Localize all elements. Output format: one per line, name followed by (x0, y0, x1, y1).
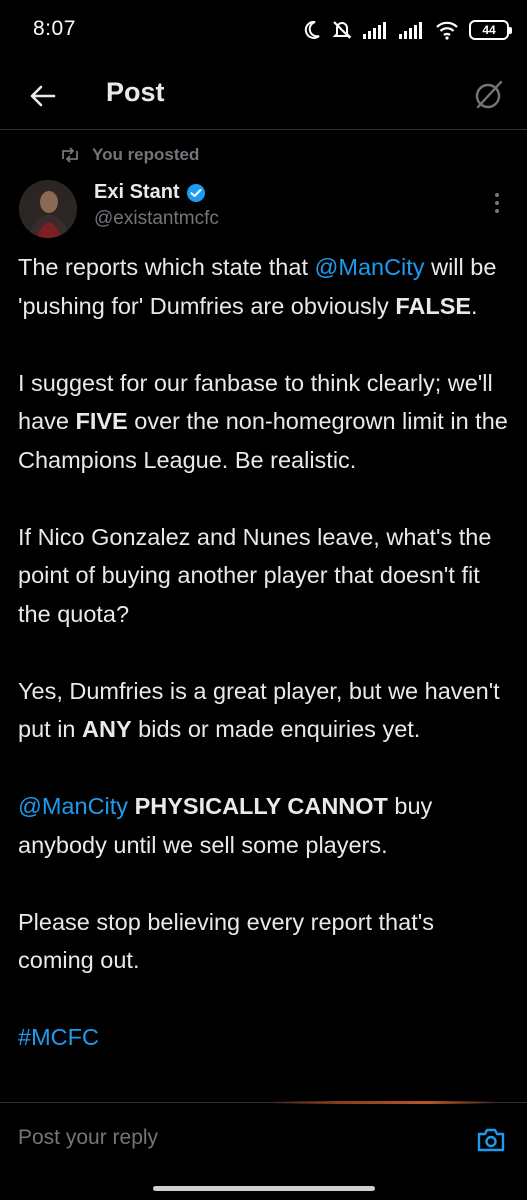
reply-bar-accent (270, 1101, 496, 1104)
text-segment: The reports which state that (18, 254, 315, 280)
battery-indicator: 44 (469, 20, 512, 40)
bold-text: ANY (82, 716, 132, 742)
camera-button[interactable] (475, 1124, 507, 1156)
bold-text: FIVE (75, 408, 128, 434)
more-dot (495, 209, 499, 213)
repost-icon (62, 147, 78, 163)
grok-button[interactable] (469, 75, 509, 115)
reply-input[interactable] (18, 1126, 448, 1150)
mention-link[interactable]: @ManCity (18, 793, 128, 819)
more-options-button[interactable] (487, 190, 507, 216)
post-paragraph: #MCFC (18, 1018, 513, 1057)
verified-badge-icon (186, 183, 205, 202)
signal-icon (363, 22, 386, 39)
moon-icon (304, 20, 320, 39)
post-paragraph: If Nico Gonzalez and Nunes leave, what's… (18, 523, 492, 627)
text-segment: bids or made enquiries yet. (131, 716, 421, 742)
more-dot (495, 201, 499, 205)
status-time: 8:07 (33, 17, 76, 40)
bold-text: PHYSICALLY CANNOT (128, 793, 388, 819)
status-icons: 44 (303, 15, 512, 45)
top-app-bar: Post (0, 60, 527, 130)
post-text: The reports which state that @ManCity wi… (18, 248, 513, 1057)
mute-icon (332, 21, 352, 39)
author-name[interactable]: Exi Stant (94, 181, 180, 204)
arrow-left-icon (30, 85, 56, 107)
repost-label: You reposted (92, 145, 200, 164)
avatar-image (19, 180, 77, 238)
wifi-icon (436, 21, 458, 40)
author-handle[interactable]: @existantmcfc (94, 208, 219, 230)
text-segment: . (471, 292, 478, 319)
camera-icon (477, 1128, 505, 1152)
repost-indicator: You reposted (60, 145, 199, 165)
avatar[interactable] (19, 180, 77, 238)
author-name-row[interactable]: Exi Stant (94, 181, 206, 204)
signal-icon-2 (399, 22, 422, 39)
post-paragraph: @ManCity PHYSICALLY CANNOT buy anybody u… (18, 787, 513, 864)
more-dot (495, 193, 499, 197)
post-paragraph: I suggest for our fanbase to think clear… (18, 364, 513, 480)
post-paragraph: Please stop believing every report that'… (18, 908, 434, 974)
page-title: Post (106, 77, 165, 107)
home-indicator[interactable] (153, 1186, 375, 1191)
hashtag-link[interactable]: #MCFC (18, 1024, 99, 1050)
post-paragraph: The reports which state that @ManCity wi… (18, 248, 513, 325)
post-paragraph: Yes, Dumfries is a great player, but we … (18, 672, 513, 749)
mention-link[interactable]: @ManCity (315, 254, 425, 280)
status-bar: 8:07 44 (0, 0, 527, 60)
grok-icon (475, 80, 503, 109)
back-button[interactable] (24, 78, 60, 114)
bold-text: FALSE (395, 292, 472, 319)
